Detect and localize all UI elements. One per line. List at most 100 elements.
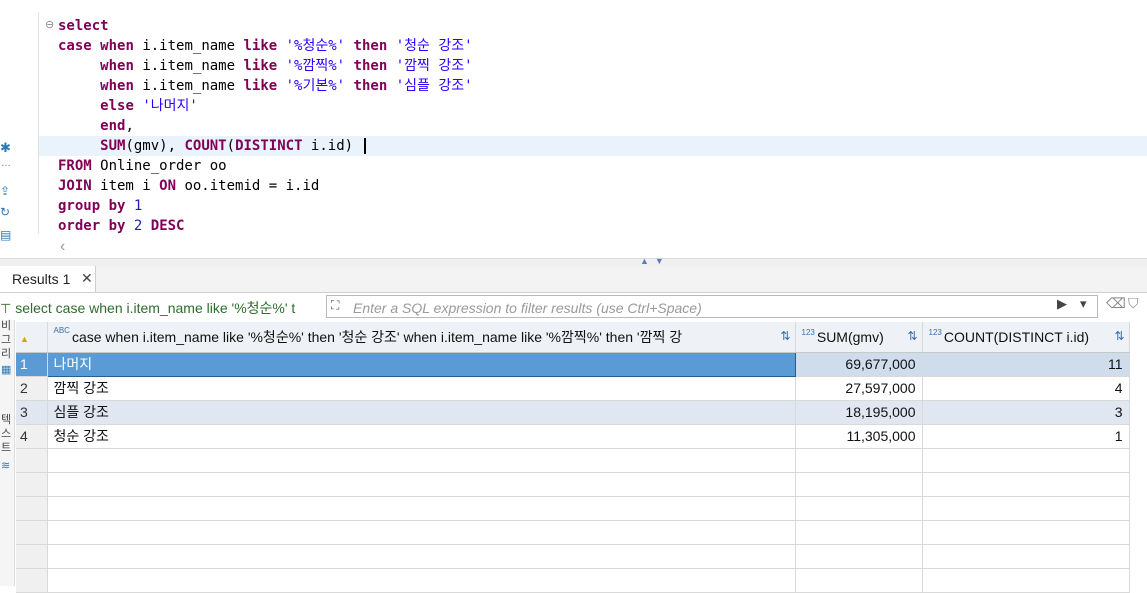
- filter-box: ⛶: [326, 295, 1098, 318]
- cell-sum[interactable]: 27,597,000: [795, 376, 923, 401]
- column-header-category[interactable]: ABC case when i.item_name like '%청순%' the…: [47, 322, 796, 353]
- row-number[interactable]: 2: [16, 376, 48, 401]
- keyword: by: [108, 198, 126, 214]
- column-header-label: COUNT(DISTINCT i.id): [943, 328, 1090, 345]
- view-side-tabs[interactable]: 비 그 리 ▦ 텍 스 트 ≋: [0, 320, 15, 586]
- empty-row: [16, 448, 1130, 473]
- keyword: when: [100, 78, 134, 94]
- keyword: DESC: [150, 218, 185, 234]
- sort-filter-icon[interactable]: ⇅: [1114, 329, 1124, 343]
- results-grid[interactable]: ▲ ABC case when i.item_name like '%청순%' t…: [16, 322, 1147, 593]
- row-number-empty: [16, 472, 48, 497]
- empty-row: [16, 544, 1130, 569]
- empty-cell: [795, 496, 923, 521]
- cell-count[interactable]: 4: [922, 376, 1130, 401]
- more-icon[interactable]: …: [1, 158, 11, 169]
- keyword: select: [58, 18, 109, 34]
- cell-sum[interactable]: 11,305,000: [795, 424, 923, 449]
- scroll-left-icon[interactable]: ‹: [60, 238, 65, 256]
- editor-toolbar-strip: ✱ … ⇪ ↻ ▤: [0, 0, 16, 262]
- keyword: else: [100, 98, 134, 114]
- keyword: like: [243, 38, 278, 54]
- cell-count[interactable]: 3: [922, 400, 1130, 425]
- keyword: like: [243, 58, 278, 74]
- side-tab-char: 스: [1, 428, 12, 440]
- close-icon[interactable]: ✕: [81, 270, 93, 287]
- column-header-label: case when i.item_name like '%청순%' then '…: [71, 328, 683, 345]
- cell-sum[interactable]: 69,677,000: [795, 352, 923, 377]
- text-caret: [363, 138, 366, 154]
- sql-editor[interactable]: ✱ … ⇪ ↻ ▤ ⊖ select case when i.item_name…: [0, 0, 1147, 262]
- fold-collapse-icon[interactable]: ⊖: [45, 18, 54, 31]
- cell-category[interactable]: 나머지: [46, 351, 796, 377]
- document-icon[interactable]: ▤: [0, 228, 11, 242]
- refresh-icon[interactable]: ↻: [0, 205, 10, 219]
- filter-bar: ⊤ select case when i.item_name like '%청순…: [0, 293, 1147, 320]
- sort-filter-icon[interactable]: ⇅: [907, 329, 917, 343]
- grid-icon[interactable]: ▦: [1, 364, 13, 376]
- identifier: (gmv),: [125, 138, 185, 154]
- string-literal: '심플 강조': [395, 78, 473, 94]
- funnel-icon[interactable]: ⛉: [1128, 295, 1139, 312]
- row-number-header[interactable]: ▲: [16, 322, 48, 353]
- side-tab-char: 그: [1, 334, 12, 346]
- empty-row: [16, 568, 1130, 593]
- filter-expression-icon: ⛶: [331, 298, 340, 312]
- row-number-empty: [16, 544, 48, 569]
- empty-cell: [922, 568, 1130, 593]
- punctuation: ,: [125, 118, 134, 134]
- code-line-5: else '나머지': [58, 96, 198, 116]
- number-literal: 1: [133, 198, 143, 214]
- filter-input[interactable]: [351, 297, 1055, 318]
- cell-category[interactable]: 깜찍 강조: [47, 376, 796, 401]
- number-type-icon: 123: [928, 327, 942, 337]
- identifier: i.item_name: [142, 78, 236, 94]
- apply-filter-icon[interactable]: ▶: [1057, 296, 1067, 312]
- identifier: i.item_name: [142, 38, 236, 54]
- column-header-sum[interactable]: 123 SUM(gmv) ⇅: [795, 322, 923, 353]
- row-number[interactable]: 1: [16, 352, 48, 377]
- keyword: group: [58, 198, 101, 214]
- keyword: DISTINCT: [235, 138, 303, 154]
- table-row[interactable]: 2 깜찍 강조 27,597,000 4: [16, 376, 1130, 401]
- empty-cell: [922, 448, 1130, 473]
- sort-filter-icon[interactable]: ⇅: [780, 329, 790, 343]
- keyword: when: [100, 58, 134, 74]
- string-literal: '나머지': [142, 98, 198, 114]
- cell-count[interactable]: 1: [922, 424, 1130, 449]
- row-number-empty: [16, 520, 48, 545]
- keyword: JOIN: [58, 178, 92, 194]
- text-view-icon[interactable]: ≋: [1, 460, 13, 472]
- keyword: ON: [159, 178, 177, 194]
- code-line-6: end,: [58, 116, 134, 136]
- clear-filter-icon[interactable]: ⌫: [1106, 295, 1126, 312]
- row-number[interactable]: 4: [16, 424, 48, 449]
- splitter-arrows-icon[interactable]: ▲▼: [640, 256, 670, 266]
- table-row[interactable]: 1 나머지 69,677,000 11: [16, 351, 1130, 377]
- identifier: Online_order oo: [91, 158, 227, 174]
- empty-cell: [922, 544, 1130, 569]
- keyword: like: [243, 78, 278, 94]
- cell-category[interactable]: 청순 강조: [47, 424, 796, 449]
- keyword: then: [353, 38, 388, 54]
- row-number[interactable]: 3: [16, 400, 48, 425]
- table-row[interactable]: 4 청순 강조 11,305,000 1: [16, 424, 1130, 449]
- tab-results-1[interactable]: Results 1 ✕: [0, 266, 96, 292]
- empty-row: [16, 496, 1130, 521]
- settings-icon[interactable]: ✱: [0, 140, 11, 156]
- cell-category[interactable]: 심플 강조: [47, 400, 796, 425]
- number-type-icon: 123: [801, 327, 815, 337]
- lock-icon: ▲: [20, 333, 29, 344]
- row-number-empty: [16, 448, 48, 473]
- row-number-empty: [16, 496, 48, 521]
- filter-history-dropdown-icon[interactable]: ▾: [1080, 296, 1087, 312]
- table-row[interactable]: 3 심플 강조 18,195,000 3: [16, 400, 1130, 425]
- results-table: ▲ ABC case when i.item_name like '%청순%' t…: [16, 322, 1130, 593]
- export-icon[interactable]: ⇪: [0, 184, 10, 198]
- cell-count[interactable]: 11: [922, 352, 1130, 377]
- column-header-count[interactable]: 123 COUNT(DISTINCT i.id) ⇅: [922, 322, 1130, 353]
- fold-margin: [38, 12, 39, 234]
- empty-cell: [922, 472, 1130, 497]
- function-name: COUNT: [184, 138, 227, 154]
- cell-sum[interactable]: 18,195,000: [795, 400, 923, 425]
